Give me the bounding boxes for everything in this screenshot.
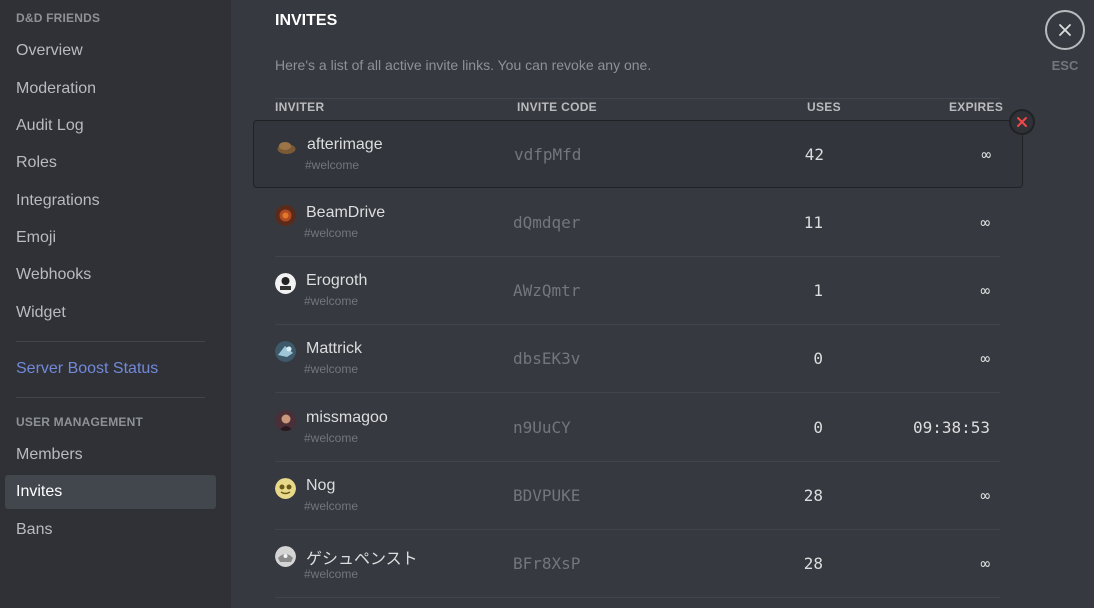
user-avatar (275, 410, 296, 431)
sidebar-item-moderation[interactable]: Moderation (5, 72, 216, 106)
invite-uses: 1 (813, 281, 823, 300)
sidebar-item-roles[interactable]: Roles (5, 146, 216, 180)
invites-panel: INVITES Here's a list of all active invi… (231, 0, 1094, 608)
inviter-name: Nog (306, 477, 336, 494)
user-avatar (275, 341, 296, 362)
sidebar-item-server-boost-status[interactable]: Server Boost Status (5, 352, 216, 386)
user-avatar (275, 273, 296, 294)
page-title: INVITES (275, 12, 338, 29)
invite-channel: #welcome (304, 431, 359, 445)
settings-sidebar: D&D FRIENDS Overview Moderation Audit Lo… (0, 0, 231, 608)
invite-uses: 11 (803, 213, 823, 232)
column-header-expires: EXPIRES (949, 100, 1004, 114)
invite-code: n9UuCY (513, 418, 571, 437)
esc-label: ESC (1051, 58, 1079, 73)
close-settings-button[interactable] (1045, 10, 1085, 50)
invite-row[interactable]: BeamDrive #welcome dQmdqer 11 ∞ (275, 189, 1000, 257)
close-icon (1059, 24, 1071, 36)
invite-row[interactable]: afterimage #welcome vdfpMfd 42 ∞ (253, 120, 1023, 188)
close-icon (1017, 117, 1027, 127)
inviter-name: missmagoo (306, 409, 388, 426)
invite-expires: ∞ (980, 554, 990, 573)
invite-row[interactable]: Nog #welcome BDVPUKE 28 ∞ (275, 462, 1000, 530)
invite-code: vdfpMfd (514, 145, 582, 164)
invite-code: BFr8XsP (513, 554, 581, 573)
inviter-name: ゲシュペンスト (306, 551, 418, 568)
user-management-header: USER MANAGEMENT (16, 415, 144, 429)
invite-channel: #welcome (305, 158, 360, 172)
sidebar-item-invites[interactable]: Invites (5, 475, 216, 509)
column-header-invite-code: INVITE CODE (517, 100, 597, 114)
inviter-name: afterimage (307, 136, 383, 153)
user-avatar (275, 546, 296, 567)
invite-code: BDVPUKE (513, 486, 581, 505)
invite-uses: 28 (803, 554, 823, 573)
sidebar-item-members[interactable]: Members (5, 438, 216, 472)
invite-uses: 0 (813, 349, 823, 368)
invite-channel: #welcome (304, 499, 359, 513)
sidebar-item-integrations[interactable]: Integrations (5, 184, 216, 218)
invite-row[interactable]: missmagoo #welcome n9UuCY 0 09:38:53 (275, 394, 1000, 462)
invite-row[interactable]: Mattrick #welcome dbsEK3v 0 ∞ (275, 325, 1000, 393)
revoke-invite-button[interactable] (1009, 109, 1035, 135)
sidebar-divider (16, 397, 205, 398)
invite-channel: #welcome (304, 294, 359, 308)
sidebar-item-widget[interactable]: Widget (5, 296, 216, 330)
inviter-name: BeamDrive (306, 204, 386, 221)
sidebar-item-audit-log[interactable]: Audit Log (5, 109, 216, 143)
invite-code: AWzQmtr (513, 281, 581, 300)
sidebar-item-overview[interactable]: Overview (5, 34, 216, 68)
invite-expires: 09:38:53 (912, 418, 990, 437)
sidebar-divider (16, 341, 205, 342)
invite-code: dbsEK3v (513, 349, 581, 368)
column-header-inviter: INVITER (275, 100, 325, 114)
invite-expires: ∞ (980, 213, 990, 232)
invite-uses: 28 (803, 486, 823, 505)
inviter-name: Mattrick (306, 340, 362, 357)
inviter-name: Erogroth (306, 272, 368, 289)
sidebar-item-webhooks[interactable]: Webhooks (5, 258, 216, 292)
user-avatar (275, 478, 296, 499)
invite-expires: ∞ (980, 349, 990, 368)
header-divider (275, 98, 1000, 99)
user-avatar (275, 205, 296, 226)
invite-expires: ∞ (980, 281, 990, 300)
server-header: D&D FRIENDS (16, 11, 101, 25)
invite-channel: #welcome (304, 567, 359, 581)
page-description: Here's a list of all active invite links… (275, 57, 652, 73)
invite-row[interactable]: Erogroth #welcome AWzQmtr 1 ∞ (275, 257, 1000, 325)
invite-uses: 0 (813, 418, 823, 437)
invite-uses: 42 (804, 145, 824, 164)
user-avatar (277, 142, 296, 154)
invite-channel: #welcome (304, 226, 359, 240)
invite-code: dQmdqer (513, 213, 581, 232)
column-header-uses: USES (807, 100, 841, 114)
invite-row[interactable]: ゲシュペンスト #welcome BFr8XsP 28 ∞ (275, 530, 1000, 598)
sidebar-item-emoji[interactable]: Emoji (5, 221, 216, 255)
invite-expires: ∞ (980, 486, 990, 505)
invite-expires: ∞ (981, 145, 991, 164)
invite-channel: #welcome (304, 362, 359, 376)
sidebar-item-bans[interactable]: Bans (5, 513, 216, 547)
